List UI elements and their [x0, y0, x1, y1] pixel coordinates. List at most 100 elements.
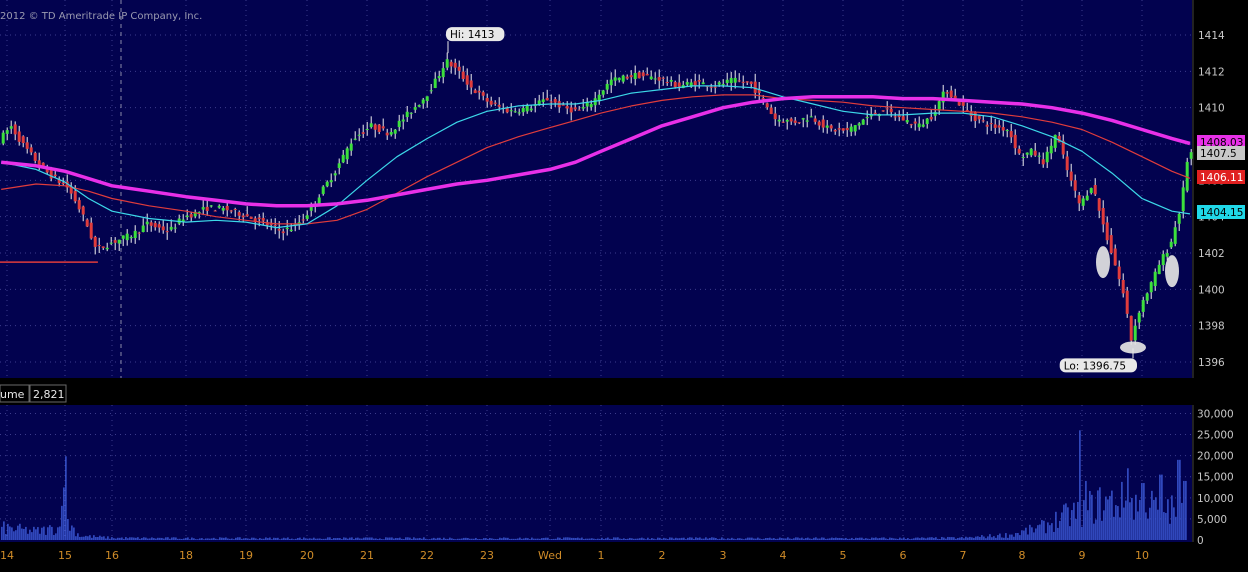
volume-bar [535, 538, 537, 540]
volume-bar [1167, 499, 1169, 540]
candle-body [201, 207, 205, 210]
candle-body [1161, 254, 1165, 266]
volume-bar [1069, 526, 1071, 540]
volume-bar [1023, 530, 1025, 540]
volume-bar [895, 538, 897, 540]
volume-bar [1177, 459, 1179, 540]
candle-body [77, 200, 81, 210]
candle-body [993, 124, 997, 128]
volume-bar [643, 538, 645, 540]
price-panel[interactable] [0, 0, 1192, 378]
candle-body [841, 128, 845, 131]
candle-body [1117, 266, 1121, 280]
candle-body [109, 242, 113, 244]
volume-bar [877, 538, 879, 540]
volume-tick-label: 5,000 [1197, 514, 1227, 526]
volume-bar [457, 538, 459, 540]
volume-bar [97, 536, 99, 540]
volume-bar [1165, 512, 1167, 540]
volume-bar [375, 538, 377, 540]
volume-bar [1141, 483, 1143, 540]
candle-body [453, 62, 457, 68]
volume-bar [343, 537, 345, 540]
volume-bar [631, 538, 633, 540]
volume-bar [1045, 533, 1047, 540]
candle-body [777, 119, 781, 122]
candle-body [989, 123, 993, 125]
volume-panel[interactable] [0, 405, 1192, 542]
volume-bar [147, 538, 149, 540]
volume-bar [851, 537, 853, 540]
volume-bar [819, 538, 821, 540]
candle-body [1081, 198, 1085, 206]
volume-bar [369, 537, 371, 540]
candle-body [693, 81, 697, 86]
volume-bar [507, 537, 509, 540]
volume-bar [237, 537, 239, 540]
volume-tick-label: 30,000 [1197, 408, 1234, 420]
volume-bar [295, 538, 297, 540]
volume-bar [1065, 503, 1067, 540]
candle-body [173, 227, 177, 229]
volume-bar [197, 539, 199, 540]
candle-body [189, 214, 193, 218]
candle-body [1013, 134, 1017, 149]
price-volume-chart[interactable]: Hi: 1413Lo: 1396.75 14141412141014081406… [0, 0, 1248, 568]
volume-bar [783, 538, 785, 540]
volume-bar [953, 537, 955, 540]
volume-bar [275, 537, 277, 540]
candle-body [461, 71, 465, 79]
volume-bar [431, 538, 433, 540]
volume-bar [173, 537, 175, 540]
volume-bar [903, 537, 905, 540]
candle-body [817, 121, 821, 126]
volume-bar [383, 539, 385, 540]
candle-body [1065, 156, 1069, 171]
price-tick-label: 1402 [1198, 248, 1225, 260]
volume-bar [571, 537, 573, 540]
volume-bar [847, 538, 849, 540]
volume-bar [453, 538, 455, 540]
volume-bar [351, 537, 353, 540]
volume-bar [11, 527, 13, 540]
volume-bar [857, 537, 859, 540]
candle-body [1141, 300, 1145, 312]
volume-bar [1091, 494, 1093, 540]
volume-bar [1067, 507, 1069, 540]
volume-bar [565, 537, 567, 540]
volume-bar [1093, 523, 1095, 540]
annotation-low: Lo: 1396.75 [1064, 360, 1126, 372]
volume-bar [859, 537, 861, 540]
volume-bar [409, 537, 411, 540]
candle-body [329, 180, 333, 183]
volume-bar [567, 537, 569, 540]
volume-bar [717, 539, 719, 540]
volume-bar [1075, 519, 1077, 540]
volume-bar [1173, 507, 1175, 540]
volume-bar [39, 533, 41, 540]
volume-bar [493, 538, 495, 540]
candle-body [233, 209, 237, 211]
volume-bar [153, 538, 155, 540]
candle-body [529, 108, 533, 111]
volume-bar [987, 536, 989, 540]
time-tick-label: 18 [179, 549, 193, 562]
volume-bar [981, 535, 983, 540]
volume-bar [611, 538, 613, 540]
time-tick-label: 15 [58, 549, 72, 562]
volume-bar [1099, 487, 1101, 540]
candle-body [93, 236, 97, 247]
candle-body [369, 123, 373, 128]
volume-bar [1105, 496, 1107, 540]
candle-body [853, 125, 857, 132]
volume-bar [355, 537, 357, 540]
volume-bar [209, 538, 211, 540]
candle-body [793, 120, 797, 123]
candle-body [985, 124, 989, 127]
candle-body [1025, 152, 1029, 155]
candle-body [945, 92, 949, 94]
volume-bar [99, 535, 101, 540]
volume-bar [693, 538, 695, 540]
volume-bar [213, 537, 215, 540]
candle-body [1121, 279, 1125, 294]
